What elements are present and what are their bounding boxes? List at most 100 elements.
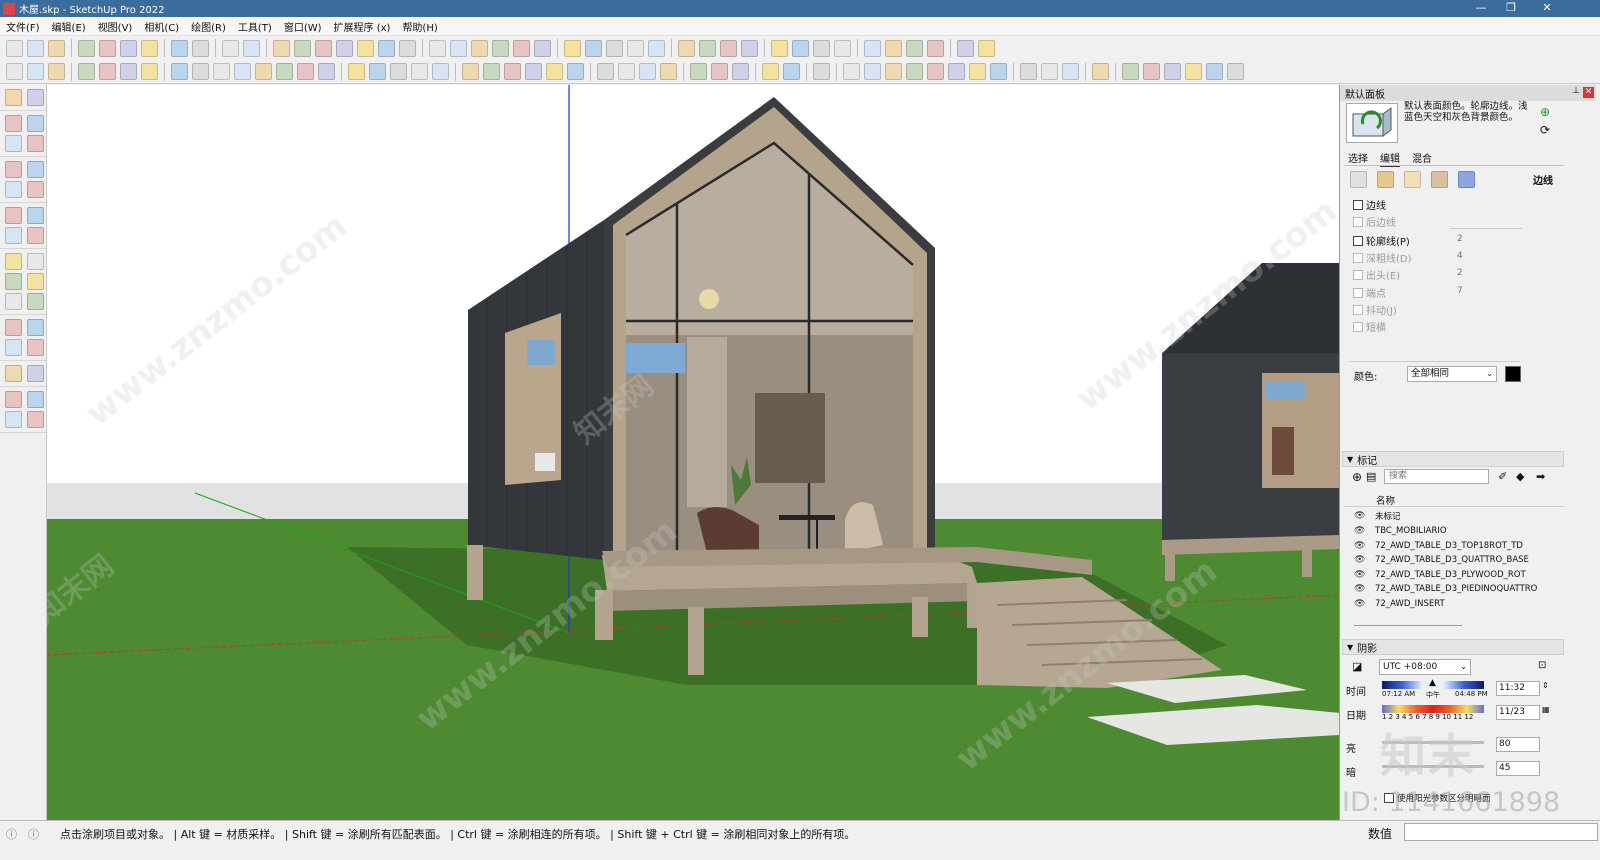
left-tool-icon[interactable] — [5, 253, 22, 270]
menu-tools[interactable]: 工具(T) — [232, 19, 278, 34]
top-tool-36-icon[interactable] — [813, 39, 830, 57]
tag-tool-icon[interactable]: ✐ — [1498, 470, 1507, 483]
top-tool-35-icon[interactable] — [792, 39, 809, 57]
checkbox-jitter[interactable]: 抖动(J) — [1353, 302, 1397, 317]
top-tool-33-icon[interactable] — [741, 39, 758, 57]
top-tool-24-icon[interactable] — [534, 39, 551, 57]
second-tool-19-icon[interactable] — [411, 63, 428, 80]
checkbox-box[interactable] — [1353, 235, 1363, 246]
top-tool-32-icon[interactable] — [720, 39, 737, 57]
left-tool-icon[interactable] — [27, 391, 44, 408]
tag-row[interactable]: 👁 72_AWD_TABLE_D3_PLYWOOD_ROT — [1354, 568, 1526, 582]
edge-color-swatch[interactable] — [1505, 366, 1521, 382]
menu-draw[interactable]: 绘图(R) — [185, 19, 232, 34]
left-tool-icon[interactable] — [27, 365, 44, 382]
left-tool-icon[interactable] — [27, 135, 44, 152]
second-tool-39-icon[interactable] — [885, 63, 902, 80]
top-tool-8-icon[interactable] — [171, 39, 188, 57]
visibility-eye-icon[interactable]: 👁 — [1354, 570, 1365, 580]
face-settings-icon[interactable] — [1377, 171, 1394, 188]
second-tool-5-icon[interactable] — [99, 63, 116, 80]
tags-section-header[interactable]: ▼ 标记 — [1342, 451, 1564, 467]
second-tool-4-icon[interactable] — [78, 63, 95, 80]
second-tool-7-icon[interactable] — [141, 63, 158, 80]
pin-icon[interactable]: ⊥ — [1572, 86, 1580, 96]
top-tool-40-icon[interactable] — [906, 39, 923, 57]
second-tool-53-icon[interactable] — [1206, 63, 1223, 80]
tag-row[interactable]: 👁 TBC_MOBILIARIO — [1354, 524, 1447, 538]
second-tool-50-icon[interactable] — [1143, 63, 1160, 80]
background-settings-icon[interactable] — [1404, 171, 1421, 188]
second-tool-8-icon[interactable] — [171, 63, 188, 80]
extension-length[interactable]: 2 — [1457, 268, 1463, 278]
maximize-button[interactable]: ❐ — [1494, 0, 1528, 17]
second-tool-10-icon[interactable] — [213, 63, 230, 80]
top-tool-28-icon[interactable] — [627, 39, 644, 57]
second-tool-24-icon[interactable] — [525, 63, 542, 80]
second-tool-48-icon[interactable] — [1092, 63, 1109, 80]
add-tag-icon[interactable]: ⊕ — [1352, 470, 1362, 484]
second-tool-51-icon[interactable] — [1164, 63, 1181, 80]
minimize-button[interactable]: — — [1464, 0, 1498, 17]
second-tool-36-icon[interactable] — [813, 63, 830, 80]
left-tool-icon[interactable] — [5, 293, 22, 310]
second-tool-45-icon[interactable] — [1020, 63, 1037, 80]
top-tool-38-icon[interactable] — [864, 39, 881, 57]
top-tool-34-icon[interactable] — [771, 39, 788, 57]
update-style-icon[interactable]: ⊕ — [1540, 105, 1550, 119]
edge-settings-icon[interactable] — [1350, 171, 1367, 188]
second-tool-18-icon[interactable] — [390, 63, 407, 80]
date-slider[interactable] — [1382, 705, 1484, 713]
checkbox-box[interactable] — [1353, 304, 1363, 315]
top-tool-1-icon[interactable] — [6, 39, 23, 57]
top-tool-13-icon[interactable] — [294, 39, 311, 57]
second-tool-3-icon[interactable] — [48, 63, 65, 80]
tag-row[interactable]: 👁 72_AWD_TABLE_D3_QUATTRO_BASE — [1354, 553, 1529, 567]
left-tool-icon[interactable] — [27, 161, 44, 178]
second-tool-44-icon[interactable] — [990, 63, 1007, 80]
checkbox-box[interactable] — [1353, 287, 1363, 298]
left-tool-icon[interactable] — [5, 181, 22, 198]
date-input[interactable]: 11/23 — [1496, 705, 1540, 720]
expand-icon[interactable]: ⊡ — [1538, 660, 1546, 671]
second-tool-11-icon[interactable] — [234, 63, 251, 80]
checkbox-profiles[interactable]: 轮廓线(P) — [1353, 233, 1410, 248]
top-tool-25-icon[interactable] — [564, 39, 581, 57]
tags-search-input[interactable]: 搜索 — [1384, 469, 1489, 484]
second-tool-31-icon[interactable] — [690, 63, 707, 80]
left-tool-icon[interactable] — [5, 391, 22, 408]
visibility-eye-icon[interactable]: 👁 — [1354, 555, 1365, 565]
style-thumbnail[interactable] — [1346, 103, 1398, 143]
left-tool-icon[interactable] — [27, 273, 44, 290]
watermark-settings-icon[interactable] — [1431, 171, 1448, 188]
second-tool-47-icon[interactable] — [1062, 63, 1079, 80]
second-tool-29-icon[interactable] — [639, 63, 656, 80]
left-tool-icon[interactable] — [5, 273, 22, 290]
menu-edit[interactable]: 编辑(E) — [46, 19, 92, 34]
second-tool-17-icon[interactable] — [369, 63, 386, 80]
details-arrow-icon[interactable]: ➡ — [1536, 470, 1545, 483]
left-tool-icon[interactable] — [27, 115, 44, 132]
tray-close-icon[interactable]: ✕ — [1583, 87, 1594, 98]
second-tool-54-icon[interactable] — [1227, 63, 1244, 80]
tag-row[interactable]: 👁 72_AWD_TABLE_D3_PIEDINOQUATTRO — [1354, 582, 1537, 596]
close-button[interactable]: ✕ — [1532, 0, 1562, 17]
top-tool-15-icon[interactable] — [336, 39, 353, 57]
menu-view[interactable]: 视图(V) — [92, 19, 139, 34]
second-tool-33-icon[interactable] — [732, 63, 749, 80]
tags-name-header[interactable]: 名称 — [1376, 493, 1395, 507]
left-tool-icon[interactable] — [5, 319, 22, 336]
second-tool-16-icon[interactable] — [348, 63, 365, 80]
checkbox-back-edges[interactable]: 后边线 — [1353, 214, 1396, 229]
second-tool-40-icon[interactable] — [906, 63, 923, 80]
credits-icon[interactable]: ⓘ — [28, 826, 39, 842]
second-tool-20-icon[interactable] — [432, 63, 449, 80]
checkbox-depth-cue[interactable]: 深粗线(D) — [1353, 250, 1412, 265]
add-folder-icon[interactable]: ▤ — [1366, 470, 1376, 483]
left-tool-icon[interactable] — [27, 207, 44, 224]
shadows-section-header[interactable]: ▼ 阴影 — [1342, 639, 1564, 655]
geolocation-icon[interactable]: ⓘ — [6, 826, 17, 842]
second-tool-46-icon[interactable] — [1041, 63, 1058, 80]
modeling-settings-icon[interactable] — [1458, 171, 1475, 188]
top-tool-17-icon[interactable] — [378, 39, 395, 57]
